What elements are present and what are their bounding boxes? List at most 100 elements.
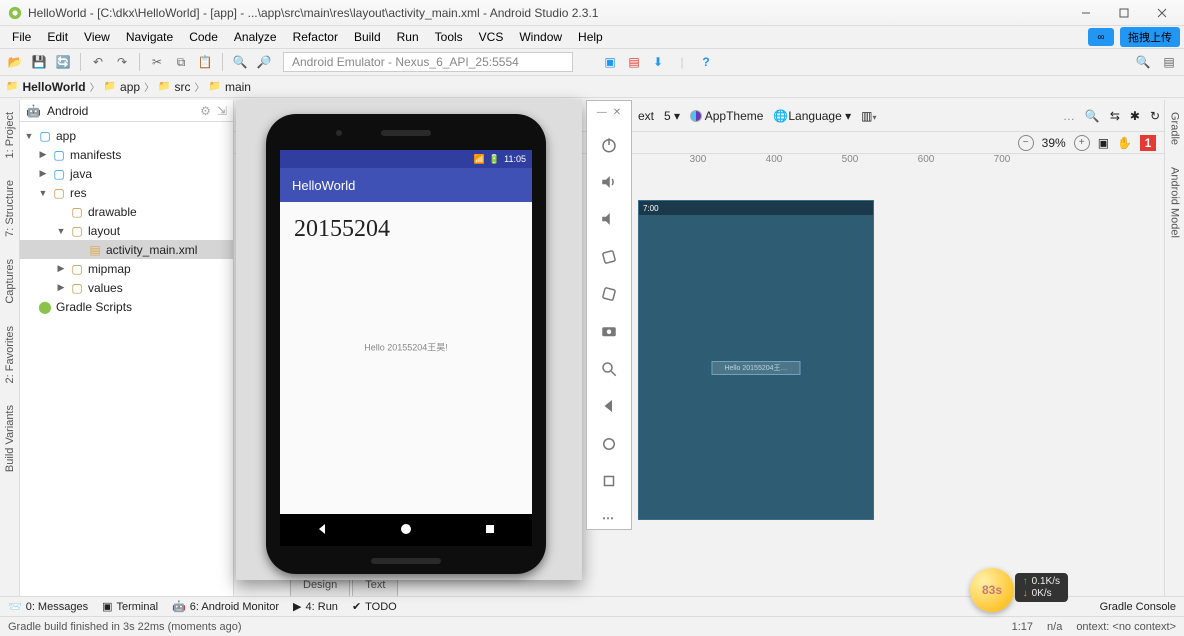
more-icon[interactable]: … [1063, 109, 1075, 123]
maximize-button[interactable] [1110, 3, 1138, 23]
redo-icon[interactable]: ↷ [113, 53, 131, 71]
avd-icon[interactable]: ▣ [601, 53, 619, 71]
emulator-window[interactable]: 📶 🔋 11:05 HelloWorld 20155204 Hello 2015… [236, 100, 582, 580]
search2-icon[interactable]: 🔍 [1134, 53, 1152, 71]
tab-build-variants[interactable]: Build Variants [2, 399, 18, 478]
expand-arrow-icon[interactable]: ▼ [38, 188, 48, 198]
open-icon[interactable]: 📂 [6, 53, 24, 71]
copy-icon[interactable]: ⧉ [172, 53, 190, 71]
bottom-messages[interactable]: 📨 0: Messages [8, 600, 88, 613]
crumb-src[interactable]: 📁src [158, 80, 190, 94]
power-icon[interactable] [598, 134, 620, 155]
tree-node[interactable]: ▶▢java [20, 164, 233, 183]
overview-icon[interactable] [598, 470, 620, 491]
refresh-icon[interactable]: ↻ [1150, 109, 1160, 123]
zoom-out-icon[interactable]: − [1018, 135, 1034, 151]
emu-min-icon[interactable]: — [597, 107, 607, 118]
tree-node[interactable]: ⬤Gradle Scripts [20, 297, 233, 316]
emu-close-icon[interactable]: ✕ [613, 107, 621, 118]
expand-arrow-icon[interactable]: ▶ [38, 149, 48, 160]
fit-icon[interactable]: ▣ [1098, 136, 1109, 150]
nav-home-icon[interactable] [399, 522, 413, 539]
menu-edit[interactable]: Edit [39, 28, 76, 46]
expand-arrow-icon[interactable]: ▶ [38, 168, 48, 179]
bottom-monitor[interactable]: 🤖 6: Android Monitor [172, 600, 279, 613]
cut-icon[interactable]: ✂ [148, 53, 166, 71]
search-icon[interactable]: 🔍 [231, 53, 249, 71]
nav-back-icon[interactable] [315, 522, 329, 539]
filter-icon[interactable]: ▤ [1160, 53, 1178, 71]
crumb-main[interactable]: 📁main [209, 80, 251, 94]
zoom-in-icon[interactable]: + [1074, 135, 1090, 151]
jump-icon[interactable]: ⇆ [1110, 109, 1120, 123]
paste-icon[interactable]: 📋 [196, 53, 214, 71]
zoom-icon[interactable] [598, 358, 620, 379]
design-canvas[interactable]: 7:00 Hello 20155204王… [638, 200, 874, 520]
volume-down-icon[interactable] [598, 209, 620, 230]
download-icon[interactable]: ⬇ [649, 53, 667, 71]
tree-node[interactable]: ▶▢values [20, 278, 233, 297]
back-icon[interactable] [598, 396, 620, 417]
phone-screen[interactable]: 📶 🔋 11:05 HelloWorld 20155204 Hello 2015… [280, 150, 532, 544]
bottom-run[interactable]: ▶ 4: Run [293, 600, 338, 613]
menu-code[interactable]: Code [181, 28, 226, 46]
menu-help[interactable]: Help [570, 28, 611, 46]
gear-icon[interactable]: ⚙ [200, 104, 211, 118]
nav-recent-icon[interactable] [483, 522, 497, 539]
menu-build[interactable]: Build [346, 28, 389, 46]
find-icon[interactable]: 🔎 [255, 53, 273, 71]
canvas-label[interactable]: Hello 20155204王… [711, 361, 800, 375]
menu-analyze[interactable]: Analyze [226, 28, 285, 46]
tab-gradle[interactable]: Gradle [1167, 106, 1183, 151]
tree-node[interactable]: ▶▢manifests [20, 145, 233, 164]
tab-structure[interactable]: 7: Structure [2, 174, 18, 243]
ext-dropdown[interactable]: ext [638, 109, 654, 123]
menu-refactor[interactable]: Refactor [285, 28, 346, 46]
rotate-right-icon[interactable] [598, 283, 620, 304]
volume-up-icon[interactable] [598, 171, 620, 192]
sync-icon[interactable]: 🔄 [54, 53, 72, 71]
minimize-button[interactable] [1072, 3, 1100, 23]
sdk-icon[interactable]: ▤ [625, 53, 643, 71]
api-dropdown[interactable]: 5 ▾ [664, 109, 680, 123]
home-icon[interactable] [598, 433, 620, 454]
tree-mode[interactable]: Android [47, 104, 194, 118]
tree-node[interactable]: ▼▢layout [20, 221, 233, 240]
camera-icon[interactable] [598, 321, 620, 342]
menu-file[interactable]: File [4, 28, 39, 46]
bottom-todo[interactable]: ✔ TODO [352, 600, 397, 613]
menu-run[interactable]: Run [389, 28, 427, 46]
menu-view[interactable]: View [76, 28, 118, 46]
tree-node[interactable]: ▼▢res [20, 183, 233, 202]
warning-badge[interactable]: 1 [1140, 135, 1156, 151]
help-icon[interactable]: ? [697, 53, 715, 71]
tab-captures[interactable]: Captures [2, 253, 18, 310]
more-icon[interactable]: ⋯ [598, 508, 620, 529]
tree-node[interactable]: ▤activity_main.xml [20, 240, 233, 259]
crumb-root[interactable]: 📁HelloWorld [6, 80, 86, 94]
lang-dropdown[interactable]: 🌐Language ▾ [773, 109, 851, 123]
expand-arrow-icon[interactable]: ▶ [56, 263, 66, 274]
upload-pill[interactable]: 拖拽上传 [1120, 27, 1180, 47]
bottom-gradle-console[interactable]: Gradle Console [1100, 601, 1176, 613]
crumb-app[interactable]: 📁app [104, 80, 140, 94]
pan-icon[interactable]: ✋ [1117, 136, 1132, 150]
layout-variants-icon[interactable]: ▥▾ [861, 109, 876, 123]
tab-favorites[interactable]: 2: Favorites [2, 320, 18, 389]
menu-tools[interactable]: Tools [427, 28, 471, 46]
rotate-left-icon[interactable] [598, 246, 620, 267]
tree-node[interactable]: ▼▢app [20, 126, 233, 145]
menu-navigate[interactable]: Navigate [118, 28, 181, 46]
gear2-icon[interactable]: ✱ [1130, 109, 1140, 123]
undo-icon[interactable]: ↶ [89, 53, 107, 71]
theme-dropdown[interactable]: AppTheme [690, 109, 763, 123]
expand-arrow-icon[interactable]: ▼ [24, 131, 34, 141]
bottom-terminal[interactable]: ▣ Terminal [102, 600, 158, 613]
collapse-icon[interactable]: ⇲ [217, 104, 227, 118]
tree-node[interactable]: ▢drawable [20, 202, 233, 221]
tree-node[interactable]: ▶▢mipmap [20, 259, 233, 278]
expand-arrow-icon[interactable]: ▶ [56, 282, 66, 293]
close-button[interactable] [1148, 3, 1176, 23]
tab-android-model[interactable]: Android Model [1167, 161, 1183, 244]
save-icon[interactable]: 💾 [30, 53, 48, 71]
